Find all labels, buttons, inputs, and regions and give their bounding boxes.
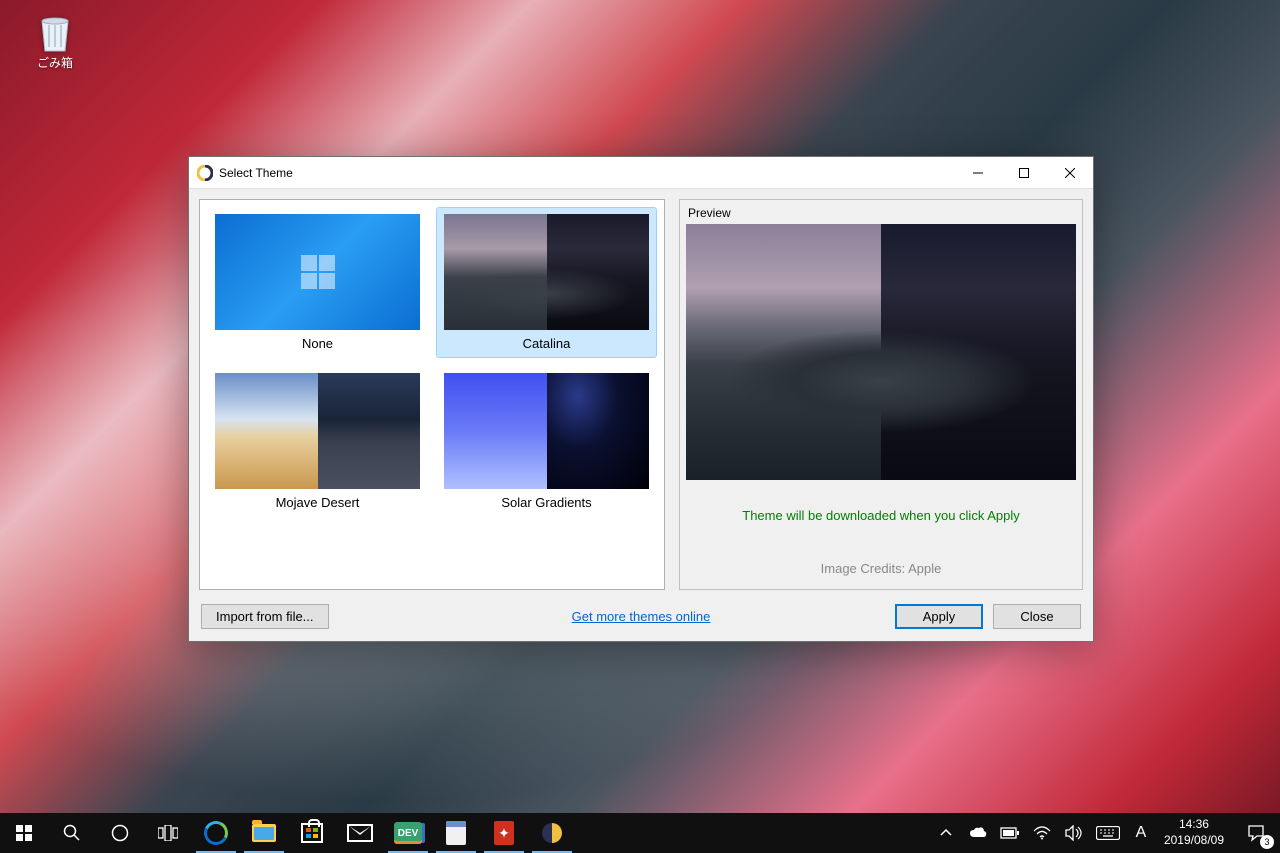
tray-chevron[interactable] — [930, 813, 962, 853]
taskbar-reddoc[interactable]: ✦ — [480, 813, 528, 853]
theme-item-solar[interactable]: Solar Gradients — [437, 367, 656, 516]
cloud-icon — [969, 827, 987, 839]
folder-icon — [252, 824, 276, 842]
taskbar: DEV ✦ A 14:36 2019/08/09 3 — [0, 813, 1280, 853]
document-icon: ✦ — [494, 821, 514, 845]
keyboard-icon — [1096, 826, 1120, 840]
recycle-bin-label: ごみ箱 — [37, 54, 73, 71]
taskbar-explorer[interactable] — [240, 813, 288, 853]
taskbar-edge[interactable] — [192, 813, 240, 853]
close-window-button[interactable] — [1047, 157, 1093, 188]
tray-onedrive[interactable] — [962, 813, 994, 853]
taskbar-store[interactable] — [288, 813, 336, 853]
desktop: ごみ箱 Select Theme None — [0, 0, 1280, 853]
cortana-button[interactable] — [96, 813, 144, 853]
mail-icon — [347, 824, 373, 842]
app-icon — [197, 165, 213, 181]
task-view-icon — [158, 825, 178, 841]
theme-label: Catalina — [523, 336, 571, 351]
task-view-button[interactable] — [144, 813, 192, 853]
window-title: Select Theme — [219, 166, 293, 180]
import-button[interactable]: Import from file... — [201, 604, 329, 629]
edge-icon — [201, 818, 232, 849]
start-button[interactable] — [0, 813, 48, 853]
search-button[interactable] — [48, 813, 96, 853]
select-theme-window: Select Theme None — [188, 156, 1094, 642]
recycle-bin[interactable]: ごみ箱 — [25, 10, 85, 71]
theme-thumb-solar — [444, 373, 649, 489]
theme-thumb-none — [215, 214, 420, 330]
minimize-button[interactable] — [955, 157, 1001, 188]
theme-item-none[interactable]: None — [208, 208, 427, 357]
preview-credits: Image Credits: Apple — [686, 561, 1076, 576]
clock-date: 2019/08/09 — [1164, 833, 1224, 849]
theme-label: None — [302, 336, 333, 351]
theme-thumb-catalina — [444, 214, 649, 330]
close-button[interactable]: Close — [993, 604, 1081, 629]
tray-notifications[interactable]: 3 — [1232, 813, 1280, 853]
windows-logo-icon — [16, 825, 32, 841]
taskbar-themeapp[interactable] — [528, 813, 576, 853]
notification-badge: 3 — [1260, 835, 1274, 849]
chevron-up-icon — [940, 827, 952, 839]
preview-panel: Preview Theme will be downloaded when yo… — [679, 199, 1083, 590]
dev-icon: DEV — [394, 822, 422, 844]
taskbar-notepad[interactable] — [432, 813, 480, 853]
theme-app-icon — [542, 823, 562, 843]
theme-thumb-mojave — [215, 373, 420, 489]
tray-volume[interactable] — [1058, 813, 1090, 853]
tray-wifi[interactable] — [1026, 813, 1058, 853]
preview-status: Theme will be downloaded when you click … — [686, 508, 1076, 523]
windows-logo-icon — [301, 255, 335, 289]
taskbar-mail[interactable] — [336, 813, 384, 853]
theme-label: Mojave Desert — [276, 495, 360, 510]
speaker-icon — [1065, 825, 1083, 841]
search-icon — [63, 824, 81, 842]
apply-button[interactable]: Apply — [895, 604, 983, 629]
tray-ime-keyboard[interactable] — [1090, 813, 1126, 853]
tray-clock[interactable]: 14:36 2019/08/09 — [1156, 813, 1232, 853]
cortana-icon — [111, 824, 129, 842]
theme-item-catalina[interactable]: Catalina — [437, 208, 656, 357]
bottom-row: Import from file... Get more themes onli… — [189, 594, 1093, 641]
titlebar[interactable]: Select Theme — [189, 157, 1093, 189]
theme-label: Solar Gradients — [501, 495, 591, 510]
preview-image — [686, 224, 1076, 480]
preview-label: Preview — [686, 206, 1076, 220]
theme-item-mojave[interactable]: Mojave Desert — [208, 367, 427, 516]
theme-grid: None Catalina Mojave Desert — [199, 199, 665, 590]
notepad-icon — [446, 821, 466, 845]
tray-battery[interactable] — [994, 813, 1026, 853]
recycle-bin-icon — [35, 10, 75, 54]
tray-ime-mode[interactable]: A — [1126, 813, 1156, 853]
more-themes-link[interactable]: Get more themes online — [572, 609, 711, 624]
store-icon — [301, 823, 323, 843]
wifi-icon — [1033, 826, 1051, 840]
battery-icon — [1000, 827, 1020, 839]
maximize-button[interactable] — [1001, 157, 1047, 188]
clock-time: 14:36 — [1179, 817, 1209, 833]
taskbar-dev[interactable]: DEV — [384, 813, 432, 853]
